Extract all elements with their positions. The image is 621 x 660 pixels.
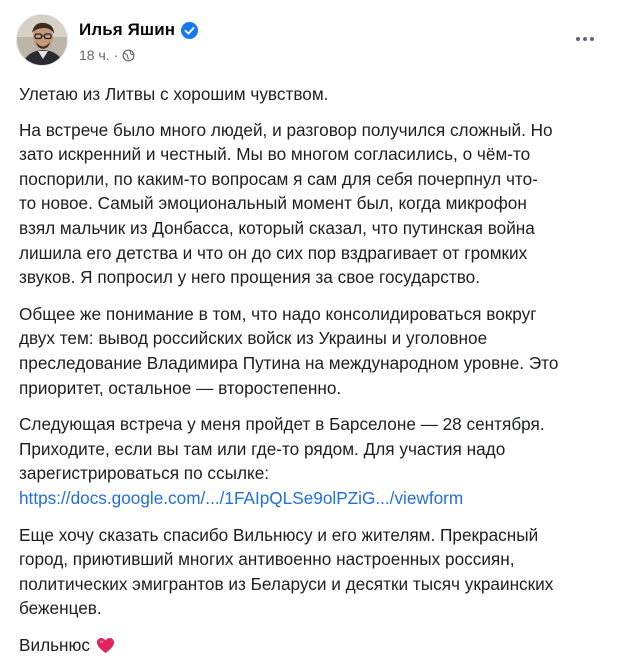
post-paragraph-with-link: Следующая встреча у меня пройдет в Барсе… xyxy=(19,412,609,510)
author-name[interactable]: Илья Яшин xyxy=(79,20,175,40)
heart-icon xyxy=(97,637,115,653)
post-paragraph-text: Следующая встреча у меня пройдет в Барсе… xyxy=(19,414,545,484)
more-options-icon xyxy=(576,37,580,41)
meta-separator: · xyxy=(113,47,119,63)
post-paragraph: Улетаю из Литвы с хорошим чувством. xyxy=(19,84,329,104)
post-meta: 18 ч. · xyxy=(79,46,135,64)
post-paragraph: Общее же понимание в том, что надо консо… xyxy=(19,303,559,398)
post-header: Илья Яшин 18 ч. · xyxy=(16,12,608,68)
more-options-button[interactable] xyxy=(568,26,602,52)
closing-text: Вильнюс xyxy=(19,634,91,655)
post-body: Улетаю из Литвы с хорошим чувством. На в… xyxy=(19,82,609,657)
registration-link[interactable]: https://docs.google.com/.../1FAIpQLSe9ol… xyxy=(19,488,463,508)
post-paragraph: На встрече было много людей, и разговор … xyxy=(19,119,553,288)
avatar-photo-icon xyxy=(17,15,67,65)
facebook-post: Илья Яшин 18 ч. · Улетаю из Литвы с хоро… xyxy=(0,0,621,660)
closing-line: Вильнюс xyxy=(19,633,609,658)
author-avatar[interactable] xyxy=(16,14,68,66)
globe-icon[interactable] xyxy=(122,49,135,62)
author-row: Илья Яшин xyxy=(79,18,199,42)
verified-badge-icon xyxy=(181,21,199,39)
post-timestamp[interactable]: 18 ч. xyxy=(79,47,110,63)
post-paragraph: Еще хочу сказать спасибо Вильнюсу и его … xyxy=(19,524,554,619)
